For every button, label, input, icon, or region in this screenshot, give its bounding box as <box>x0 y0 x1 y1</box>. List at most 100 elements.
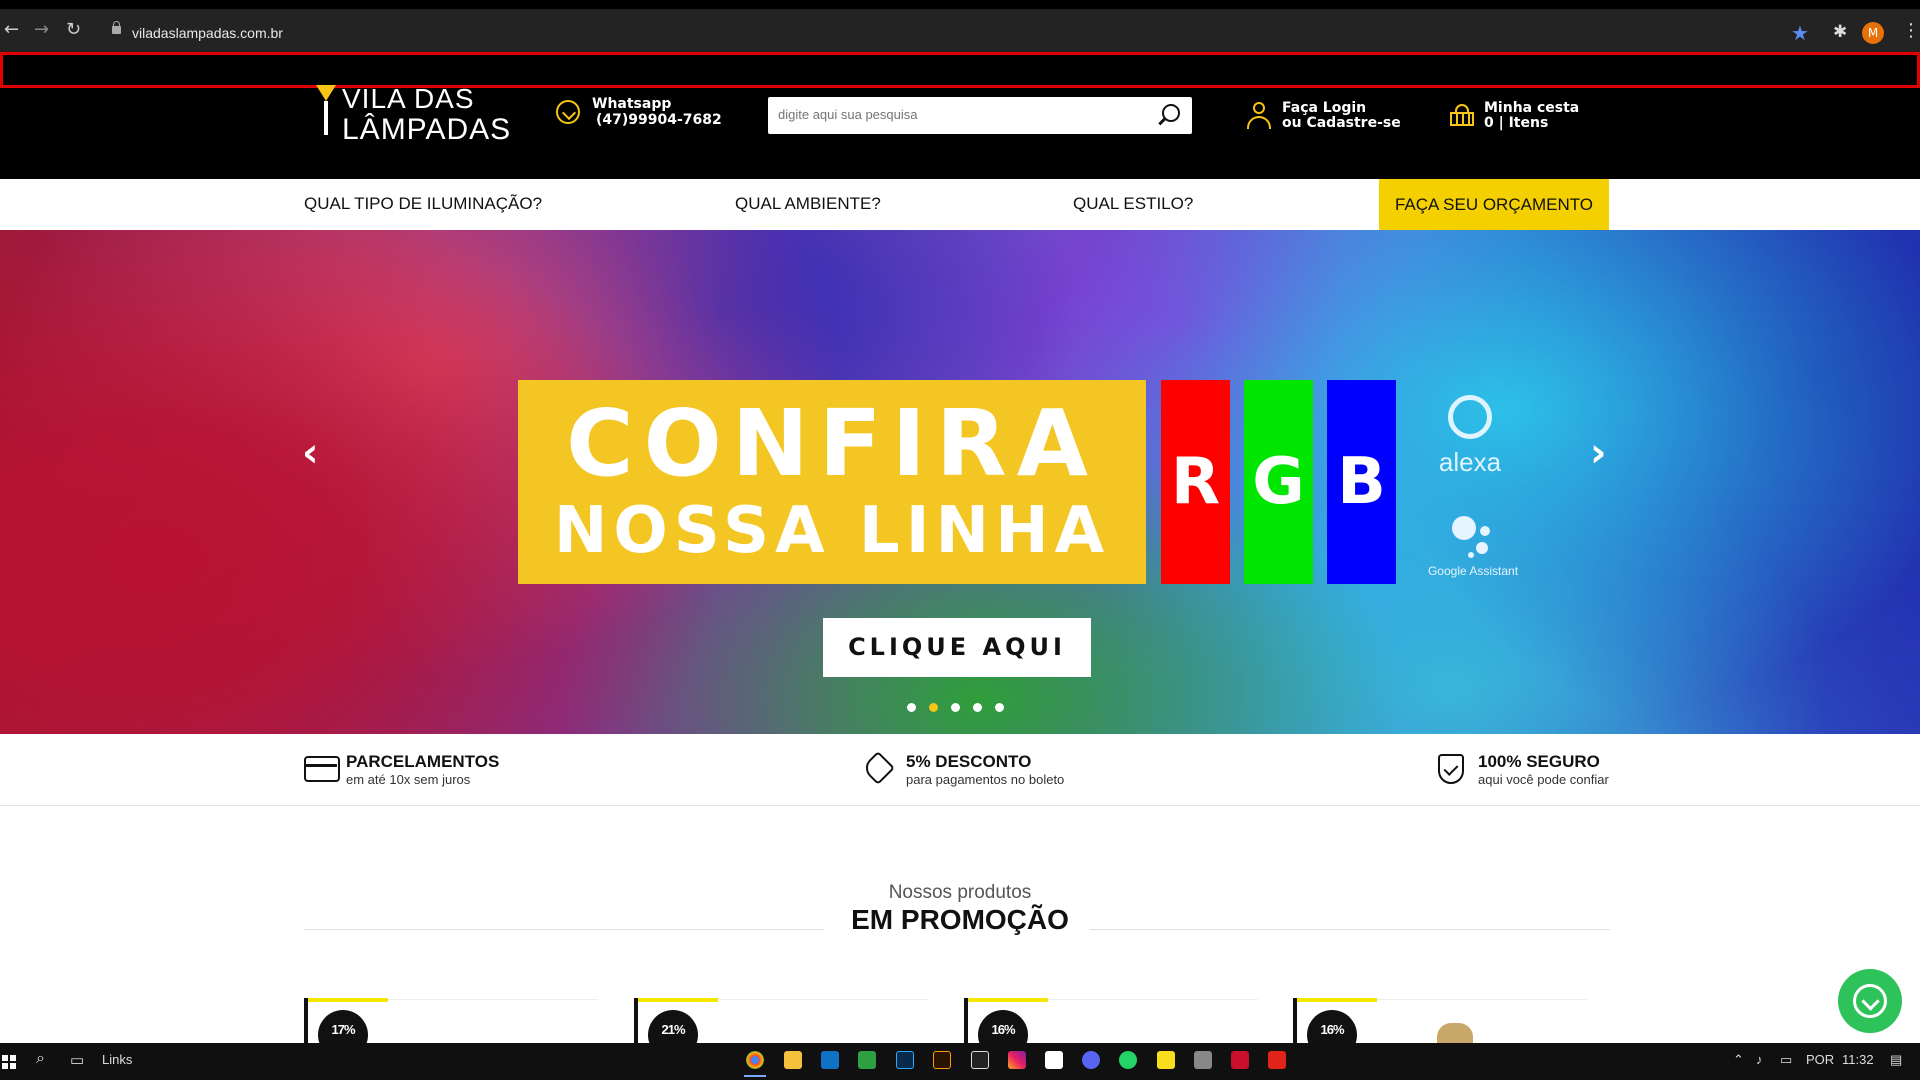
carousel-dot[interactable] <box>995 703 1004 712</box>
hero-carousel[interactable]: ‹ › CONFIRA NOSSA LINHA R G B alexa Goog… <box>0 230 1920 734</box>
phone-app-icon[interactable] <box>858 1051 876 1069</box>
lamp-icon <box>316 85 336 135</box>
windows-start-icon[interactable] <box>2 1055 16 1069</box>
cart-label: Minha cesta <box>1484 100 1580 116</box>
benefit-title: PARCELAMENTOS <box>346 752 500 771</box>
shield-check-icon <box>1438 754 1464 784</box>
menu-item-lighting-type[interactable]: QUAL TIPO DE ILUMINAÇÃO? <box>304 194 542 214</box>
menu-item-room[interactable]: QUAL AMBIENTE? <box>735 194 881 214</box>
product-divider <box>1048 999 1258 1000</box>
section-subtitle: Nossos produtos <box>888 882 1032 903</box>
clock[interactable]: 11:32 <box>1842 1052 1874 1067</box>
alexa-label: alexa <box>1438 447 1502 477</box>
product-accent <box>308 998 388 1002</box>
carousel-prev-icon[interactable]: ‹ <box>302 430 318 476</box>
google-assistant-label: Google Assistant <box>1427 564 1519 578</box>
promo-headline: CONFIRA <box>566 390 1098 497</box>
chrome-app-icon[interactable] <box>744 1051 766 1077</box>
acrobat-icon[interactable] <box>1268 1051 1286 1069</box>
product-card[interactable]: 16% <box>1293 998 1593 1060</box>
carousel-dot[interactable] <box>951 703 960 712</box>
sticky-notes-icon[interactable] <box>1157 1051 1175 1069</box>
google-assistant-logo: Google Assistant <box>1418 512 1528 582</box>
carousel-dot[interactable] <box>973 703 982 712</box>
menu-item-style[interactable]: QUAL ESTILO? <box>1073 194 1193 214</box>
promo-subheadline: NOSSA LINHA <box>553 494 1111 568</box>
click-here-button[interactable]: CLIQUE AQUI <box>823 618 1091 677</box>
taskbar: ⌕ ▭ Links ⌃ ♪ ▭ POR 11:32 ▤ <box>0 1043 1920 1080</box>
search-input[interactable] <box>778 107 1138 122</box>
language-indicator[interactable]: POR <box>1806 1052 1834 1067</box>
forward-arrow-icon[interactable]: → <box>34 20 49 40</box>
task-view-icon[interactable]: ▭ <box>70 1051 84 1069</box>
benefit-subtitle: para pagamentos no boleto <box>906 772 1065 787</box>
carousel-next-icon[interactable]: › <box>1590 430 1606 476</box>
logo-line1: VILA DAS <box>342 83 475 114</box>
photoshop-icon[interactable] <box>896 1051 914 1069</box>
product-card[interactable]: 16% <box>964 998 1264 1060</box>
benefit-subtitle: em até 10x sem juros <box>346 772 471 787</box>
illustrator-icon[interactable] <box>933 1051 951 1069</box>
search-box <box>768 97 1192 134</box>
whatsapp-icon <box>556 100 580 124</box>
product-divider <box>388 999 598 1000</box>
benefits-strip: PARCELAMENTOS em até 10x sem juros 5% DE… <box>0 734 1920 806</box>
bookmark-star-icon[interactable]: ★ <box>1791 21 1809 45</box>
product-accent <box>638 998 718 1002</box>
profile-avatar[interactable]: M <box>1862 22 1884 44</box>
cart-count: 0 | Itens <box>1484 115 1549 131</box>
lock-icon[interactable] <box>112 21 121 34</box>
outlook-icon[interactable] <box>821 1051 839 1069</box>
basket-icon <box>1450 104 1474 126</box>
section-title: EM PROMOÇÃO <box>851 904 1069 935</box>
product-divider <box>718 999 928 1000</box>
remote-desktop-icon[interactable] <box>1194 1051 1212 1069</box>
tray-chevron-icon[interactable]: ⌃ <box>1733 1052 1744 1068</box>
login-label: Faça Login <box>1282 100 1367 116</box>
taskbar-search-icon[interactable]: ⌕ <box>36 1050 45 1068</box>
back-arrow-icon[interactable]: ← <box>4 20 19 40</box>
promo-banner[interactable]: CONFIRA NOSSA LINHA <box>518 380 1146 584</box>
product-card[interactable]: 17% <box>304 998 604 1060</box>
volume-icon[interactable]: ♪ <box>1756 1052 1763 1067</box>
whatsapp-app-icon[interactable] <box>1119 1051 1137 1069</box>
rgb-green-block: G <box>1244 380 1313 584</box>
whatsapp-phone: (47)99904-7682 <box>596 112 722 128</box>
instagram-icon[interactable] <box>1008 1051 1026 1069</box>
rgb-red-block: R <box>1161 380 1230 584</box>
extensions-icon[interactable]: ✱ <box>1833 22 1847 42</box>
whatsapp-icon <box>1853 984 1887 1018</box>
notifications-icon[interactable]: ▤ <box>1890 1052 1902 1068</box>
address-bar[interactable]: viladaslampadas.com.br <box>132 25 283 41</box>
browser-tabstrip <box>0 0 1920 9</box>
search-icon[interactable] <box>1162 104 1180 122</box>
network-icon[interactable]: ▭ <box>1780 1052 1792 1068</box>
logo-line2: LÂMPADAS <box>342 113 512 146</box>
whatsapp-label: Whatsapp <box>592 96 672 112</box>
file-explorer-icon[interactable] <box>784 1051 802 1069</box>
product-divider <box>1377 999 1587 1000</box>
quote-button[interactable]: FAÇA SEU ORÇAMENTO <box>1379 179 1609 230</box>
whatsapp-float-button[interactable] <box>1838 969 1902 1033</box>
discord-icon[interactable] <box>1082 1051 1100 1069</box>
carousel-dot[interactable] <box>907 703 916 712</box>
tag-icon <box>861 751 895 785</box>
browser-menu-icon[interactable]: ⋮ <box>1902 20 1920 41</box>
notes-app-icon[interactable] <box>1045 1051 1063 1069</box>
benefit-subtitle: aqui você pode confiar <box>1478 772 1609 787</box>
highlight-overlay-bar <box>0 52 1920 88</box>
product-accent <box>968 998 1048 1002</box>
benefit-title: 5% DESCONTO <box>906 752 1032 771</box>
active-app-icon[interactable] <box>1231 1051 1249 1069</box>
carousel-dot-active[interactable] <box>929 703 938 712</box>
rgb-blue-block: B <box>1327 380 1396 584</box>
taskbar-links-toolbar[interactable]: Links <box>102 1052 132 1067</box>
product-accent <box>1297 998 1377 1002</box>
picsart-icon[interactable] <box>971 1051 989 1069</box>
reload-icon[interactable]: ↻ <box>66 20 81 40</box>
main-menu: QUAL TIPO DE ILUMINAÇÃO? QUAL AMBIENTE? … <box>0 179 1920 230</box>
product-image <box>1437 1023 1473 1045</box>
site-logo[interactable]: VILA DAS LÂMPADAS <box>312 83 512 146</box>
product-card[interactable]: 21% <box>634 998 934 1060</box>
alexa-icon <box>1448 395 1492 439</box>
